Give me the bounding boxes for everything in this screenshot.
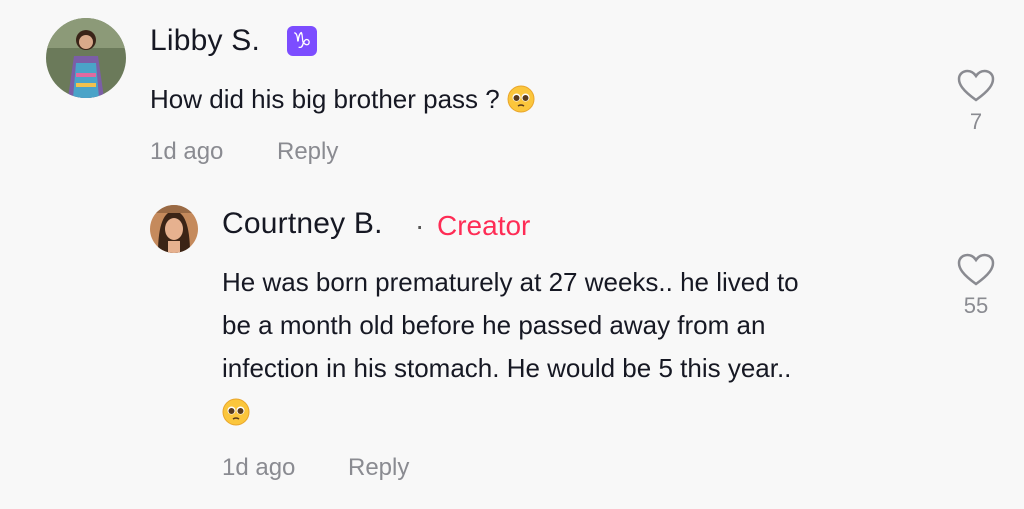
reply-line-2: be a month old before he passed away fro… (222, 310, 766, 340)
pleading-face-icon (222, 398, 250, 426)
comment-author-name[interactable]: Libby S. (150, 24, 260, 58)
like-heart-icon[interactable] (957, 69, 995, 103)
reply-button[interactable]: Reply (277, 138, 338, 166)
comment-timestamp: 1d ago (150, 138, 224, 165)
capricorn-icon: ♑ (287, 26, 317, 56)
comment-text-content: How did his big brother pass ? (150, 84, 500, 114)
creator-label: Creator (437, 210, 531, 241)
reply-author-name[interactable]: Courtney B. (222, 207, 383, 241)
avatar-courtney[interactable] (150, 205, 198, 253)
like-heart-icon[interactable] (957, 253, 995, 287)
avatar-libby[interactable] (46, 18, 126, 98)
name-separator: · (415, 210, 425, 241)
like-count: 7 (969, 109, 983, 134)
like-count: 55 (963, 293, 989, 318)
reply-button-2[interactable]: Reply (348, 454, 409, 482)
reply-line-3: infection in his stomach. He would be 5 … (222, 353, 792, 383)
comment-text: How did his big brother pass ? (150, 78, 535, 121)
reply-line-1: He was born prematurely at 27 weeks.. he… (222, 267, 799, 297)
pleading-face-icon (507, 85, 535, 113)
reply-timestamp: 1d ago (222, 454, 296, 481)
